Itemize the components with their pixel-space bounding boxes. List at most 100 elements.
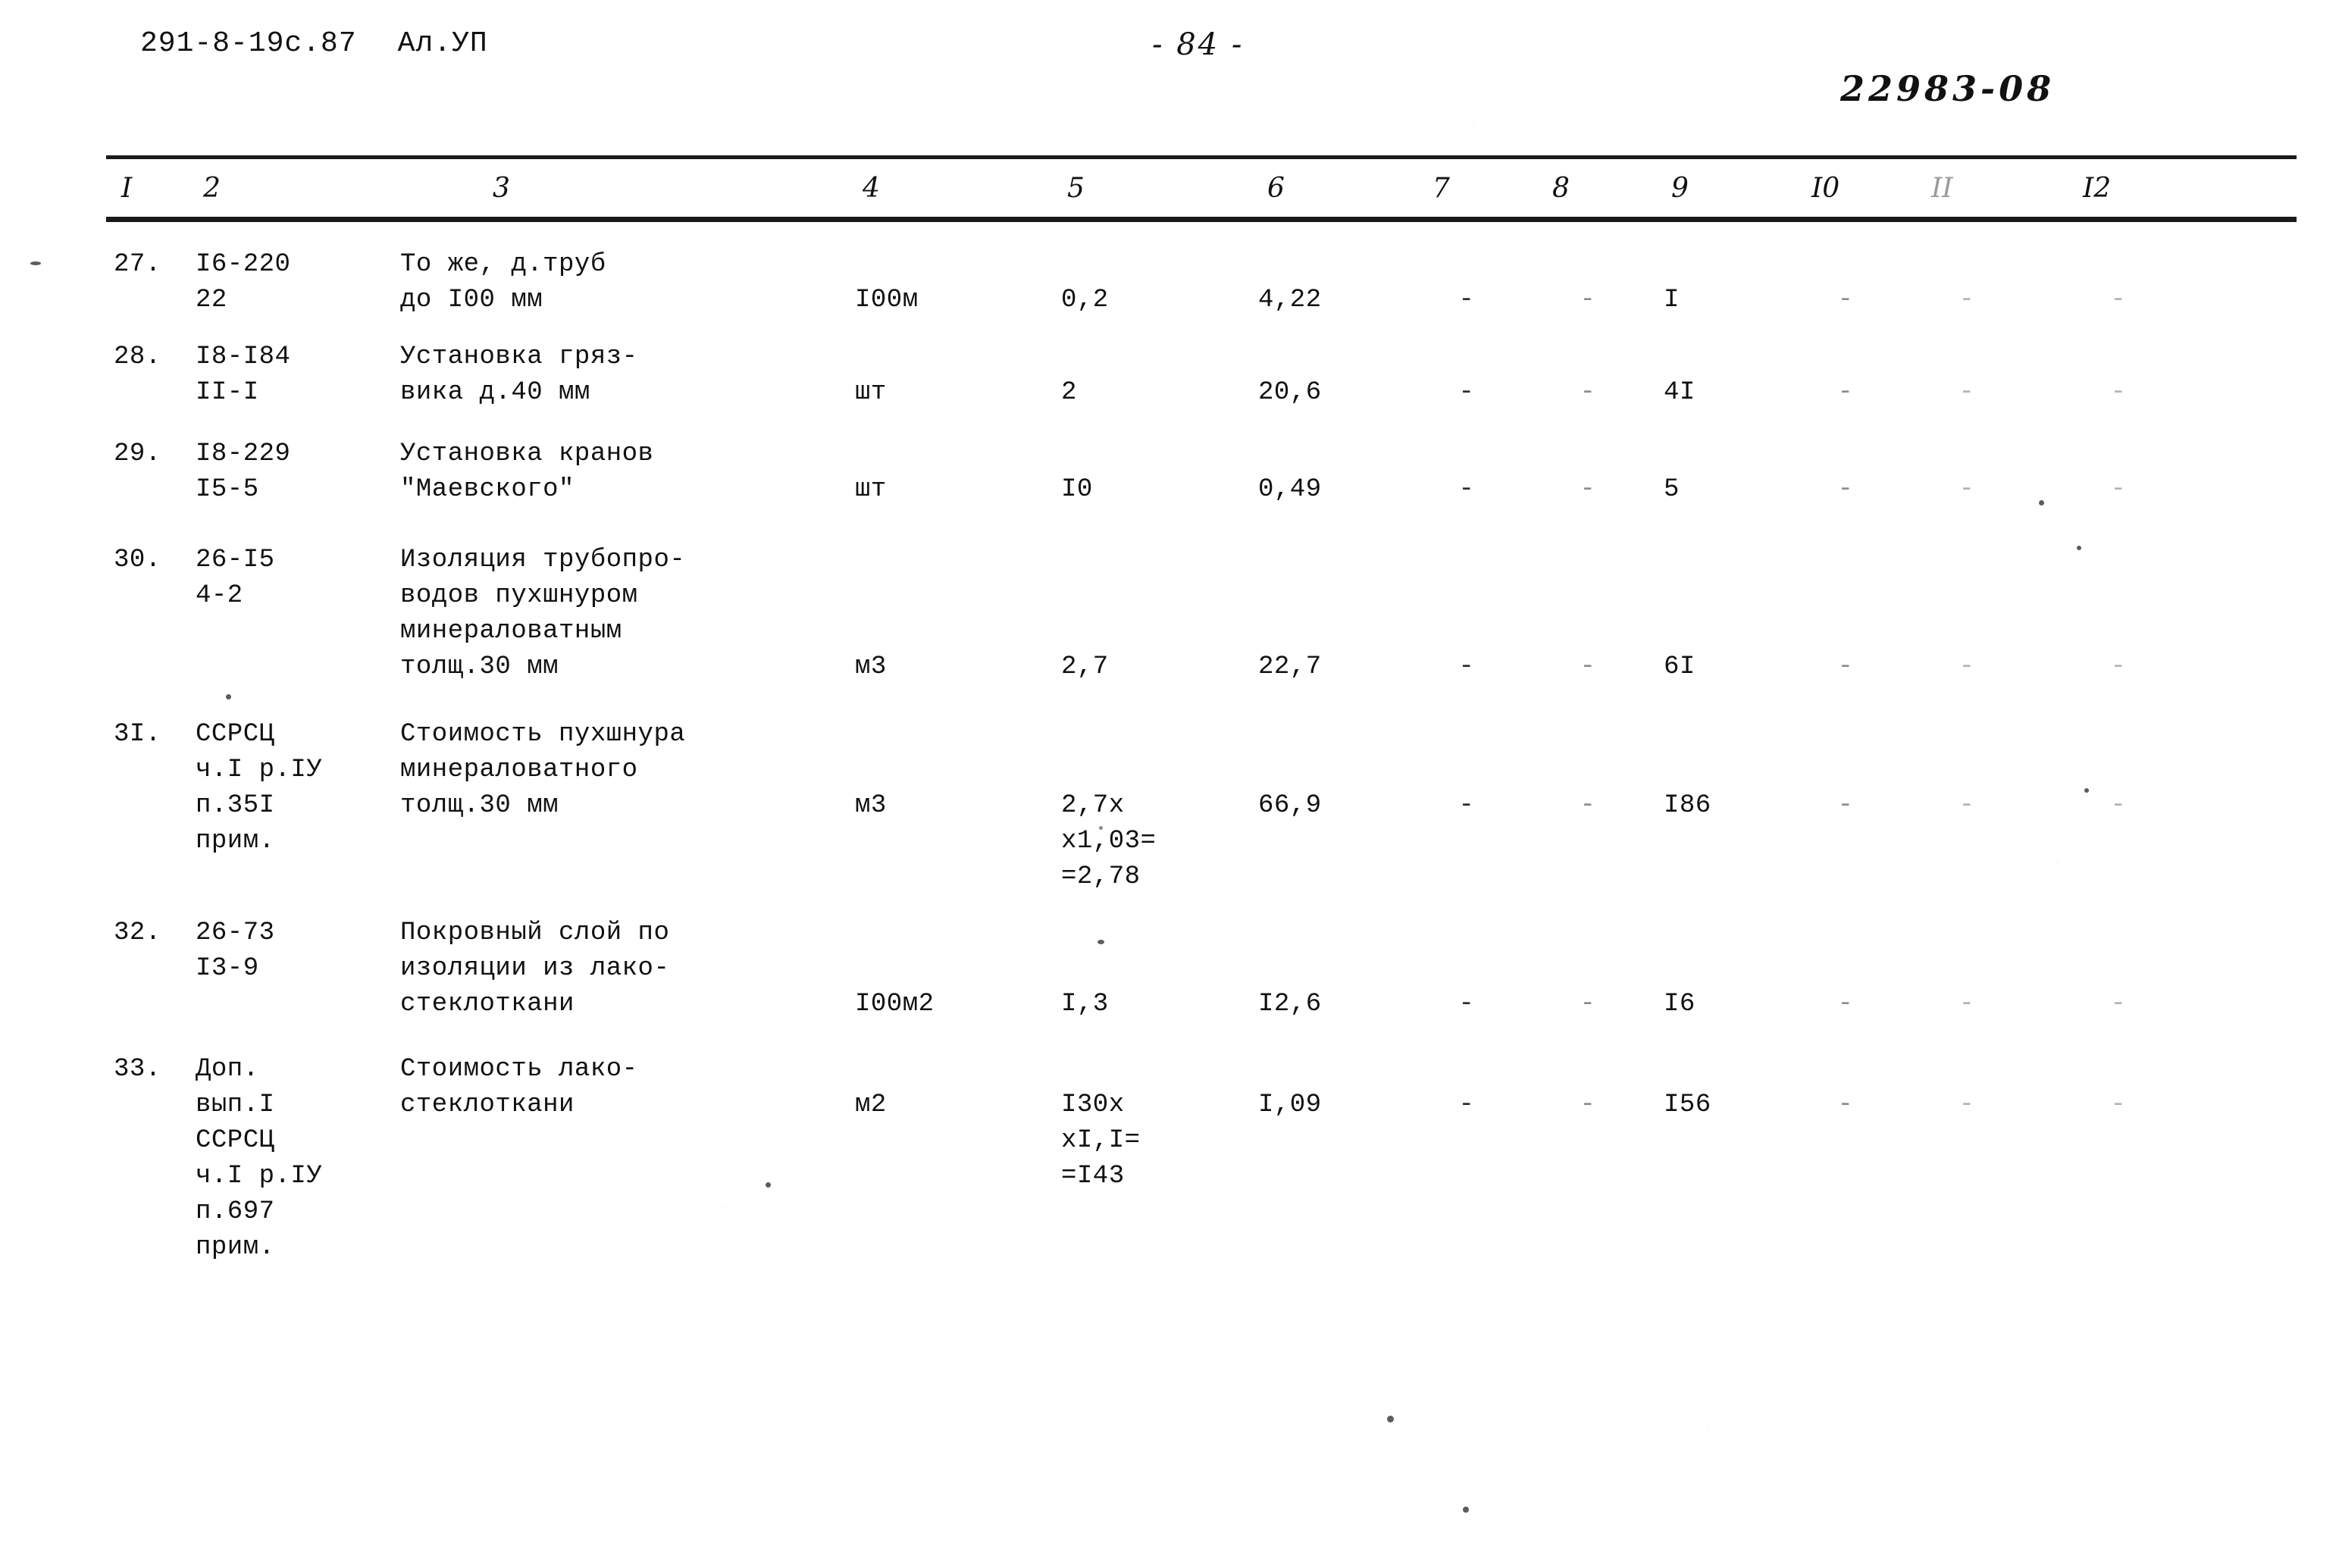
table-row: 3I. ССРСЦ ч.I р.IУ п.35I прим. Стоимость п… bbox=[0, 717, 2339, 891]
column-header-1: I bbox=[121, 173, 133, 204]
row-unit: шт bbox=[855, 378, 887, 407]
row-col8: - bbox=[1580, 475, 1596, 504]
row-col9: 4I bbox=[1664, 378, 1696, 407]
table-row: 29. I8-229 I5-5 Установка кранов "Маевског… bbox=[0, 437, 2339, 504]
table-row: 28. I8-I84 II-I Установка гряз- вика д.40 … bbox=[0, 340, 2339, 407]
table-header-rule bbox=[106, 217, 2297, 222]
row-number: 32. bbox=[114, 919, 161, 947]
row-description: Покровный слой по изоляции из лако- стек… bbox=[400, 919, 670, 1019]
row-description: То же, д.труб до I00 мм bbox=[400, 250, 606, 315]
row-col11: - bbox=[1959, 990, 1975, 1019]
row-quantity: I30х хI,I= =I43 bbox=[1061, 1091, 1141, 1191]
column-header-7: 7 bbox=[1433, 173, 1450, 204]
row-price: 20,6 bbox=[1258, 378, 1322, 407]
row-col9: 6I bbox=[1664, 653, 1696, 681]
row-col12: - bbox=[2110, 1091, 2127, 1119]
row-description: Изоляция трубопро- водов пухшнуром минер… bbox=[400, 546, 686, 681]
scan-speck bbox=[2084, 788, 2089, 793]
row-col8: - bbox=[1580, 286, 1596, 315]
row-price: I2,6 bbox=[1258, 990, 1322, 1019]
column-header-10: I0 bbox=[1811, 173, 1840, 204]
row-col7: - bbox=[1458, 1091, 1475, 1119]
scan-speck bbox=[30, 261, 41, 265]
row-col8: - bbox=[1580, 990, 1596, 1019]
row-quantity: 0,2 bbox=[1061, 286, 1109, 315]
row-col11: - bbox=[1959, 475, 1975, 504]
row-code: Доп. вып.I ССРСЦ ч.I р.IУ п.697 прим. bbox=[196, 1055, 323, 1262]
scan-speck bbox=[766, 1182, 771, 1188]
page-number: - 84 - bbox=[1152, 27, 1245, 62]
row-col8: - bbox=[1580, 653, 1596, 681]
row-col11: - bbox=[1959, 791, 1975, 820]
row-col12: - bbox=[2110, 475, 2127, 504]
row-col12: - bbox=[2110, 378, 2127, 407]
row-unit: I00м2 bbox=[855, 990, 935, 1019]
row-col9: I56 bbox=[1664, 1091, 1711, 1119]
row-col7: - bbox=[1458, 653, 1475, 681]
row-code: 26-I5 4-2 bbox=[196, 546, 275, 610]
row-col12: - bbox=[2110, 286, 2127, 315]
row-unit: I00м bbox=[855, 286, 919, 315]
row-description: Установка гряз- вика д.40 мм bbox=[400, 343, 638, 407]
row-quantity: 2,7х х1,03= =2,78 bbox=[1061, 791, 1157, 891]
column-header-9: 9 bbox=[1671, 173, 1689, 204]
archive-number: 22983-08 bbox=[1840, 68, 2056, 109]
row-col7: - bbox=[1458, 286, 1475, 315]
row-col10: - bbox=[1837, 1091, 1854, 1119]
row-col11: - bbox=[1959, 286, 1975, 315]
scan-speck bbox=[1463, 1507, 1469, 1513]
row-col11: - bbox=[1959, 653, 1975, 681]
row-col7: - bbox=[1458, 475, 1475, 504]
row-number: 29. bbox=[114, 440, 161, 468]
row-description: Стоимость пухшнура минераловатного толщ.… bbox=[400, 720, 686, 820]
row-col9: I bbox=[1664, 286, 1680, 315]
row-description: Установка кранов "Маевского" bbox=[400, 440, 654, 504]
row-col11: - bbox=[1959, 1091, 1975, 1119]
row-col11: - bbox=[1959, 378, 1975, 407]
row-unit: м3 bbox=[855, 653, 887, 681]
row-number: 28. bbox=[114, 343, 161, 371]
row-col9: I86 bbox=[1664, 791, 1711, 820]
scan-speck bbox=[1097, 940, 1104, 944]
row-col12: - bbox=[2110, 653, 2127, 681]
row-quantity: 2,7 bbox=[1061, 653, 1109, 681]
row-quantity: 2 bbox=[1061, 378, 1077, 407]
column-header-3: 3 bbox=[493, 173, 510, 204]
row-number: 27. bbox=[114, 250, 161, 279]
row-code: 26-73 I3-9 bbox=[196, 919, 275, 983]
row-col10: - bbox=[1837, 378, 1854, 407]
row-unit: шт bbox=[855, 475, 887, 504]
table-row: 30. 26-I5 4-2 Изоляция трубопро- водов пух… bbox=[0, 543, 2339, 681]
row-number: 30. bbox=[114, 546, 161, 574]
row-col10: - bbox=[1837, 990, 1854, 1019]
document-code: 291-8-19с.87 bbox=[140, 27, 357, 60]
table-row: 27. I6-220 22 То же, д.труб до I00 мм I00м 0… bbox=[0, 247, 2339, 315]
row-number: 3I. bbox=[114, 720, 161, 749]
row-col12: - bbox=[2110, 990, 2127, 1019]
row-quantity: I,3 bbox=[1061, 990, 1109, 1019]
scan-speck bbox=[2077, 546, 2081, 550]
row-number: 33. bbox=[114, 1055, 161, 1084]
row-price: 4,22 bbox=[1258, 286, 1322, 315]
column-header-8: 8 bbox=[1552, 173, 1570, 204]
row-col8: - bbox=[1580, 378, 1596, 407]
row-col7: - bbox=[1458, 990, 1475, 1019]
column-header-11: II bbox=[1931, 173, 1953, 204]
table-top-rule bbox=[106, 155, 2297, 159]
scan-speck bbox=[226, 694, 231, 699]
row-col7: - bbox=[1458, 791, 1475, 820]
column-header-12: I2 bbox=[2083, 173, 2112, 204]
column-header-6: 6 bbox=[1267, 173, 1285, 204]
row-col10: - bbox=[1837, 475, 1854, 504]
scan-speck bbox=[1099, 826, 1103, 830]
row-unit: м2 bbox=[855, 1091, 887, 1119]
album-label: Ал.УП bbox=[397, 27, 488, 60]
row-col7: - bbox=[1458, 378, 1475, 407]
row-code: I8-229 I5-5 bbox=[196, 440, 291, 504]
scanned-document-page: 291-8-19с.87 Ал.УП - 84 - 22983-08 I23456… bbox=[0, 0, 2339, 1568]
row-code: I8-I84 II-I bbox=[196, 343, 291, 407]
row-col12: - bbox=[2110, 791, 2127, 820]
row-quantity: I0 bbox=[1061, 475, 1093, 504]
row-col9: I6 bbox=[1664, 990, 1696, 1019]
document-header-left: 291-8-19с.87 Ал.УП bbox=[140, 27, 488, 60]
